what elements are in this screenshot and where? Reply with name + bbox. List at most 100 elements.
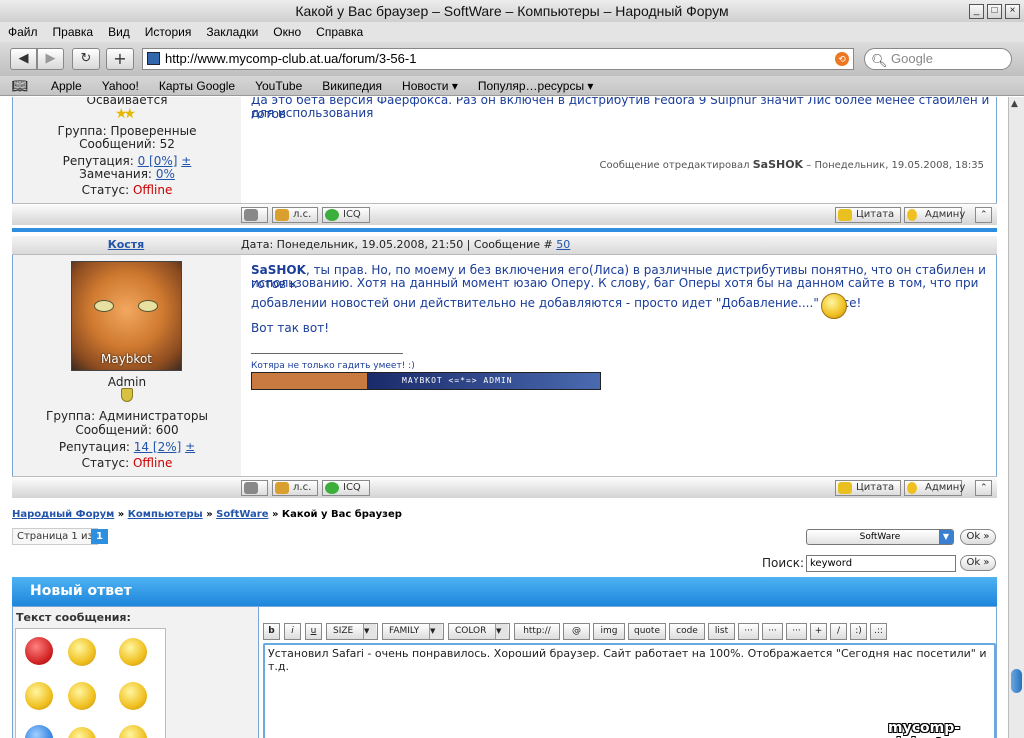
post2-message: SaSHOK, ты прав. Но, по моему и без вклю… [241,255,996,476]
lightbulb-icon [907,482,917,494]
post1-icq-button[interactable]: ICQ [322,207,370,223]
insert-code-button[interactable]: code [669,623,705,640]
grin-smiley-icon[interactable] [68,638,96,666]
forum-search-input[interactable]: keyword [806,555,956,572]
post2-author-link[interactable]: Костя [108,238,145,251]
menu-bookmarks[interactable]: Закладки [198,22,265,42]
close-button[interactable]: × [1005,4,1020,19]
bookmark-wikipedia[interactable]: Википедия [311,79,391,93]
menu-edit[interactable]: Правка [45,22,101,42]
surprised-smiley-icon[interactable] [68,682,96,710]
pagination-label: Страница 1 из [17,531,93,542]
post1-pm-button[interactable]: л.с. [272,207,318,223]
bold-button[interactable]: b [263,623,280,640]
bookmark-news[interactable]: Новости ▾ [391,79,467,93]
post1-quote-button[interactable]: Цитата [835,207,901,223]
menu-help[interactable]: Справка [308,22,370,42]
menu-history[interactable]: История [137,22,199,42]
post1-edit-note: Сообщение отредактировал SaSHOK – Понеде… [599,158,984,171]
suspicious-smiley-icon[interactable] [119,638,147,666]
insert-list-button[interactable]: list [708,623,735,640]
color-select[interactable]: COLOR [448,623,510,640]
page-scrollbar[interactable]: ▲ [1008,97,1024,738]
breadcrumb-computers[interactable]: Компьютеры [128,509,203,520]
post2-pm-button[interactable]: л.с. [272,480,318,496]
bookmark-popular[interactable]: Популяр…ресурсы ▾ [467,79,603,93]
forum-jump-select[interactable]: SoftWare ▼ [806,529,954,545]
bookmark-youtube[interactable]: YouTube [244,79,311,93]
angry-smiley-icon[interactable] [25,637,53,665]
search-icon: 🔍︎ [871,53,888,68]
font-family-select[interactable]: FAMILY [382,623,444,640]
star-icon: ★★ [115,106,136,122]
crying-smiley-icon[interactable] [25,682,53,710]
post1-profile-button[interactable] [241,207,268,223]
smiles-button[interactable]: :) [850,623,867,640]
post1-top-button[interactable]: ⌃ [975,207,992,223]
align-center-button[interactable]: ··· [762,623,783,640]
post1-admin-button[interactable]: Админу [904,207,965,223]
reload-button[interactable]: ↻ [72,48,100,70]
pagination-current-page[interactable]: 1 [91,529,108,544]
site-favicon-icon [147,52,160,65]
post2-group: Группа: Администраторы [46,409,208,423]
insert-quote-button[interactable]: quote [628,623,666,640]
menu-view[interactable]: Вид [100,22,137,42]
post2-status-value: Offline [132,456,173,470]
size-select[interactable]: SIZE [326,623,378,640]
post2-admin-button[interactable]: Админу [904,480,965,496]
book-icon[interactable]: 📖︎ [0,78,40,94]
post2-rank: Admin [107,375,147,389]
search-field[interactable]: 🔍︎ Google [864,48,1012,70]
post2-quote-button[interactable]: Цитата [835,480,901,496]
insert-email-button[interactable]: @ [563,623,590,640]
window-title: Какой у Вас браузер – SoftWare – Компьют… [295,3,729,19]
icq-flower-icon [325,209,339,221]
bookmark-apple[interactable]: Apple [40,79,91,93]
reply-textarea[interactable]: Установил Safari - очень понравилось. Хо… [263,643,996,738]
post1-reputation-change[interactable]: ± [181,154,191,168]
more-button[interactable]: .:: [870,623,887,640]
scrollbar-thumb[interactable] [1011,669,1022,693]
snapback-icon[interactable]: ⟲ [835,52,849,66]
post2-profile-button[interactable] [241,480,268,496]
post2-number-link[interactable]: 50 [556,238,570,251]
back-button[interactable]: ◀ [10,48,37,70]
signature-divider [251,353,403,354]
insert-image-button[interactable]: img [593,623,625,640]
forum-jump-ok-button[interactable]: Ok » [960,529,996,545]
post2-reputation-link[interactable]: 14 [2%] [134,440,181,454]
underline-button[interactable]: u [305,623,322,640]
align-right-button[interactable]: ··· [786,623,807,640]
address-bar[interactable]: http://www.mycomp-club.at.ua/forum/3-56-… [142,48,854,70]
bookmark-yahoo[interactable]: Yahoo! [91,79,148,93]
forum-search-ok-button[interactable]: Ok » [960,555,996,571]
post2-top-button[interactable]: ⌃ [975,480,992,496]
maximize-button[interactable]: □ [987,4,1002,19]
breadcrumb-forum-home[interactable]: Народный Форум [12,509,114,520]
window-titlebar: Какой у Вас браузер – SoftWare – Компьют… [0,0,1024,22]
forward-button[interactable]: ▶ [37,48,64,70]
scroll-up-icon[interactable]: ▲ [1011,99,1018,109]
add-bookmark-button[interactable]: + [106,48,134,70]
wink-smiley-icon[interactable] [119,725,147,738]
post1-reputation-link[interactable]: 0 [0%] [138,154,178,168]
insert-link-button[interactable]: http:// [514,623,560,640]
close-tags-button[interactable]: / [830,623,847,640]
align-left-button[interactable]: ··· [738,623,759,640]
italic-button[interactable]: i [284,623,301,640]
minimize-button[interactable]: _ [969,4,984,19]
menu-file[interactable]: Файл [0,22,45,42]
arrow-up-icon: ⌃ [980,210,988,220]
breadcrumb-software[interactable]: SoftWare [216,509,268,520]
laughing-smiley-icon[interactable] [119,682,147,710]
cold-smiley-icon[interactable] [25,725,53,738]
post2-avatar[interactable]: Maybkot [71,261,182,371]
post2-icq-button[interactable]: ICQ [322,480,370,496]
menu-window[interactable]: Окно [265,22,308,42]
post1-warnings-link[interactable]: 0% [156,167,175,181]
post2-reputation-change[interactable]: ± [185,440,195,454]
bookmark-google-maps[interactable]: Карты Google [148,79,244,93]
hr-button[interactable]: + [810,623,827,640]
smile-smiley-icon[interactable] [68,727,96,738]
